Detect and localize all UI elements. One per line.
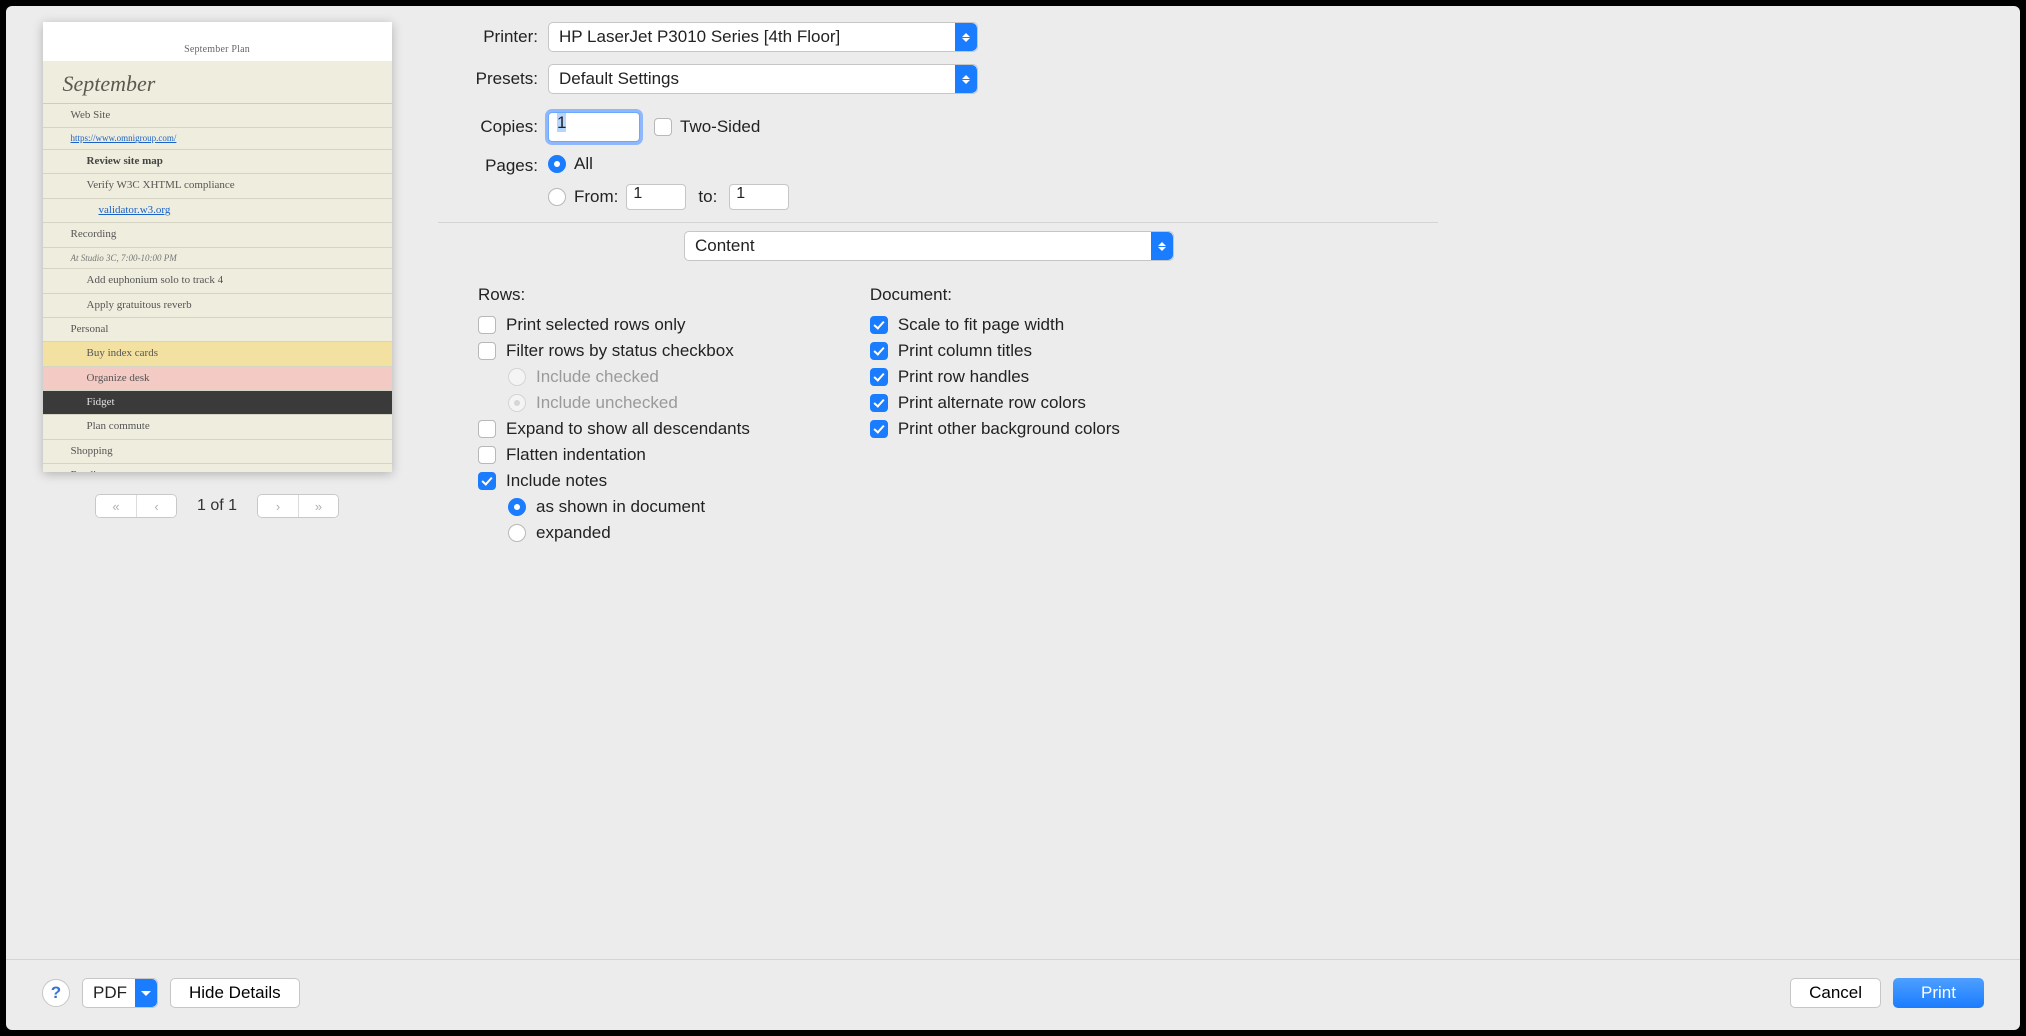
prev-page-button[interactable]: ‹ [136,495,176,517]
copies-label: Copies: [438,117,548,137]
content-options: Rows: Print selected rows only Filter ro… [438,271,1438,549]
row-handles-label: Print row handles [898,367,1029,387]
pages-to-input[interactable]: 1 [729,184,789,210]
updown-icon [955,23,977,51]
other-bg-colors-checkbox[interactable] [870,420,888,438]
preview-row: Fidget [43,391,392,415]
preview-row: validator.w3.org [43,199,392,223]
notes-expanded-radio[interactable] [508,524,526,542]
pages-label: Pages: [438,154,548,176]
preview-heading: September [43,61,392,104]
updown-icon [1151,232,1173,260]
include-notes-label: Include notes [506,471,607,491]
pages-range-radio[interactable] [548,188,566,206]
copies-input[interactable]: 1 [548,112,640,142]
main-area: September Plan September Web Sitehttps:/… [6,6,2020,959]
flatten-indent-label: Flatten indentation [506,445,646,465]
notes-as-shown-radio[interactable] [508,498,526,516]
pages-to-label: to: [694,187,721,207]
preview-row: Plan commute [43,415,392,439]
presets-select[interactable]: Default Settings [548,64,978,94]
preview-row: Personal [43,318,392,342]
other-bg-colors-label: Print other background colors [898,419,1120,439]
include-checked-radio [508,368,526,386]
alt-row-colors-checkbox[interactable] [870,394,888,412]
filter-status-checkbox[interactable] [478,342,496,360]
pages-all-radio[interactable] [548,155,566,173]
next-page-button[interactable]: › [258,495,298,517]
preview-row: At Studio 3C, 7:00-10:00 PM [43,248,392,270]
preview-row: Shopping [43,440,392,464]
document-heading: Document: [870,285,1120,305]
preview-row: Organize desk [43,367,392,391]
include-checked-label: Include checked [536,367,659,387]
expand-descendants-label: Expand to show all descendants [506,419,750,439]
preview-row: Verify W3C XHTML compliance [43,174,392,198]
pane-value: Content [695,236,755,256]
chevron-down-icon [135,979,157,1007]
updown-icon [955,65,977,93]
preview-row: Add euphonium solo to track 4 [43,269,392,293]
settings-column: Printer: HP LaserJet P3010 Series [4th F… [438,22,1438,959]
pages-all-label: All [574,154,593,174]
preview-row: Recording [43,223,392,247]
preview-row: Reading [43,464,392,472]
preview-row: https://www.omnigroup.com/ [43,128,392,150]
presets-label: Presets: [438,69,548,89]
preview-row: Web Site [43,104,392,128]
first-page-button[interactable]: « [96,495,136,517]
rows-heading: Rows: [478,285,750,305]
preview-column: September Plan September Web Sitehttps:/… [42,22,392,959]
presets-value: Default Settings [559,69,679,89]
print-selected-checkbox[interactable] [478,316,496,334]
pages-from-label: From: [574,187,618,207]
preview-document-title: September Plan [63,44,372,55]
printer-select[interactable]: HP LaserJet P3010 Series [4th Floor] [548,22,978,52]
document-options: Document: Scale to fit page width Print … [870,285,1120,549]
cancel-button[interactable]: Cancel [1790,978,1881,1008]
preview-page: September Plan September Web Sitehttps:/… [43,22,392,472]
page-navigator: « ‹ 1 of 1 › » [95,494,339,518]
row-handles-checkbox[interactable] [870,368,888,386]
flatten-indent-checkbox[interactable] [478,446,496,464]
preview-row: Buy index cards [43,342,392,366]
print-selected-label: Print selected rows only [506,315,686,335]
two-sided-label: Two-Sided [680,117,760,137]
preview-row: Apply gratuitous reverb [43,294,392,318]
expand-descendants-checkbox[interactable] [478,420,496,438]
print-dialog: September Plan September Web Sitehttps:/… [6,6,2020,1030]
filter-status-label: Filter rows by status checkbox [506,341,734,361]
include-unchecked-radio [508,394,526,412]
alt-row-colors-label: Print alternate row colors [898,393,1086,413]
printer-label: Printer: [438,27,548,47]
page-indicator: 1 of 1 [197,497,237,515]
printer-value: HP LaserJet P3010 Series [4th Floor] [559,27,840,47]
pdf-label: PDF [93,983,127,1003]
help-button[interactable]: ? [42,979,70,1007]
preview-row: Review site map [43,150,392,174]
print-button[interactable]: Print [1893,978,1984,1008]
notes-as-shown-label: as shown in document [536,497,705,517]
column-titles-label: Print column titles [898,341,1032,361]
scale-fit-label: Scale to fit page width [898,315,1064,335]
pages-from-input[interactable]: 1 [626,184,686,210]
hide-details-button[interactable]: Hide Details [170,978,300,1008]
pane-select[interactable]: Content [684,231,1174,261]
dialog-footer: ? PDF Hide Details Cancel Print [6,959,2020,1030]
scale-fit-checkbox[interactable] [870,316,888,334]
pdf-menu-button[interactable]: PDF [82,978,158,1008]
rows-options: Rows: Print selected rows only Filter ro… [478,285,750,549]
two-sided-checkbox[interactable] [654,118,672,136]
include-unchecked-label: Include unchecked [536,393,678,413]
include-notes-checkbox[interactable] [478,472,496,490]
column-titles-checkbox[interactable] [870,342,888,360]
last-page-button[interactable]: » [298,495,338,517]
notes-expanded-label: expanded [536,523,611,543]
